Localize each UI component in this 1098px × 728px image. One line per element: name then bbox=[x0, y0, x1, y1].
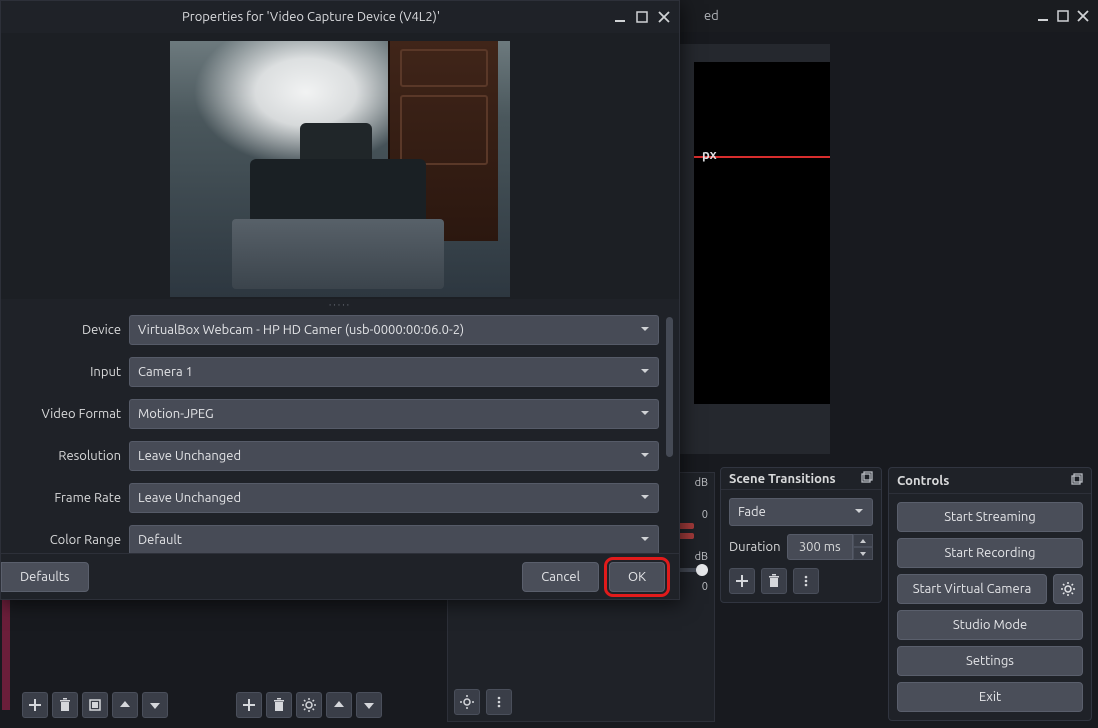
exit-button[interactable]: Exit bbox=[897, 682, 1083, 712]
audio-advanced-button[interactable] bbox=[454, 689, 480, 715]
dialog-resize-grip[interactable]: ····· bbox=[1, 299, 679, 307]
chevron-down-icon bbox=[640, 449, 650, 463]
scenes-add-button[interactable] bbox=[22, 692, 48, 718]
audio-menu-button[interactable] bbox=[486, 689, 512, 715]
webcam-preview-image bbox=[170, 41, 510, 297]
video-format-label: Video Format bbox=[9, 407, 121, 421]
scenes-remove-button[interactable] bbox=[52, 692, 78, 718]
color-range-label: Color Range bbox=[9, 533, 121, 547]
duration-step-down[interactable] bbox=[853, 547, 873, 560]
dialog-footer: Defaults Cancel OK bbox=[1, 553, 679, 599]
duration-value: 300 ms bbox=[787, 534, 854, 560]
dialog-scrollbar[interactable] bbox=[666, 317, 673, 457]
audio-db-value-1: 0 bbox=[702, 509, 708, 521]
input-label: Input bbox=[9, 365, 121, 379]
chevron-down-icon bbox=[640, 533, 650, 547]
dialog-maximize-button[interactable] bbox=[635, 10, 649, 24]
ok-button[interactable]: OK bbox=[609, 562, 665, 592]
chevron-down-icon bbox=[640, 491, 650, 505]
start-recording-button[interactable]: Start Recording bbox=[897, 538, 1083, 568]
settings-button[interactable]: Settings bbox=[897, 646, 1083, 676]
color-range-value: Default bbox=[138, 533, 182, 547]
preview-canvas[interactable] bbox=[694, 62, 830, 404]
frame-rate-select[interactable]: Leave Unchanged bbox=[129, 483, 659, 513]
left-stripe bbox=[2, 600, 10, 710]
resolution-select[interactable]: Leave Unchanged bbox=[129, 441, 659, 471]
dialog-form: Device VirtualBox Webcam - HP HD Camer (… bbox=[1, 307, 679, 553]
video-format-select[interactable]: Motion-JPEG bbox=[129, 399, 659, 429]
input-select[interactable]: Camera 1 bbox=[129, 357, 659, 387]
studio-mode-button[interactable]: Studio Mode bbox=[897, 610, 1083, 640]
start-virtual-camera-button[interactable]: Start Virtual Camera bbox=[897, 574, 1047, 604]
audio-db-value-2: 0 bbox=[702, 581, 708, 593]
device-value: VirtualBox Webcam - HP HD Camer (usb-000… bbox=[138, 323, 464, 337]
device-label: Device bbox=[9, 323, 121, 337]
transition-remove-button[interactable] bbox=[761, 568, 787, 594]
scenes-filter-button[interactable] bbox=[82, 692, 108, 718]
sources-move-up-button[interactable] bbox=[326, 692, 352, 718]
chevron-down-icon bbox=[640, 365, 650, 379]
transition-select-value: Fade bbox=[738, 505, 766, 519]
transitions-popout-icon[interactable] bbox=[861, 471, 873, 486]
input-value: Camera 1 bbox=[138, 365, 193, 379]
device-select[interactable]: VirtualBox Webcam - HP HD Camer (usb-000… bbox=[129, 315, 659, 345]
preview-px-label: px bbox=[702, 148, 717, 162]
dialog-title: Properties for 'Video Capture Device (V4… bbox=[9, 10, 613, 24]
chevron-down-icon bbox=[854, 505, 864, 519]
color-range-select[interactable]: Default bbox=[129, 525, 659, 553]
transition-menu-button[interactable] bbox=[793, 568, 819, 594]
dialog-preview bbox=[1, 33, 679, 299]
duration-label: Duration bbox=[729, 540, 781, 554]
controls-popout-icon[interactable] bbox=[1071, 473, 1083, 488]
sources-remove-button[interactable] bbox=[266, 692, 292, 718]
dialog-titlebar[interactable]: Properties for 'Video Capture Device (V4… bbox=[1, 1, 679, 33]
scene-transitions-panel: Scene Transitions Fade Duration 300 ms bbox=[720, 467, 882, 603]
virtual-camera-settings-button[interactable] bbox=[1053, 574, 1083, 604]
cancel-button[interactable]: Cancel bbox=[522, 562, 599, 592]
scene-transitions-title: Scene Transitions bbox=[729, 472, 836, 486]
sources-add-button[interactable] bbox=[236, 692, 262, 718]
main-minimize-button[interactable] bbox=[1036, 9, 1050, 23]
controls-title: Controls bbox=[897, 474, 949, 488]
scenes-toolbar bbox=[22, 690, 222, 720]
sources-toolbar bbox=[236, 690, 436, 720]
defaults-button[interactable]: Defaults bbox=[1, 562, 89, 592]
controls-panel: Controls Start Streaming Start Recording… bbox=[888, 467, 1092, 721]
resolution-value: Leave Unchanged bbox=[138, 449, 241, 463]
main-title-fragment: ed bbox=[704, 9, 719, 23]
dialog-close-button[interactable] bbox=[657, 10, 671, 24]
main-close-button[interactable] bbox=[1076, 9, 1090, 23]
transition-add-button[interactable] bbox=[729, 568, 755, 594]
audio-db-label-1: dB bbox=[695, 477, 708, 489]
resolution-label: Resolution bbox=[9, 449, 121, 463]
scenes-move-down-button[interactable] bbox=[142, 692, 168, 718]
video-format-value: Motion-JPEG bbox=[138, 407, 214, 421]
chevron-down-icon bbox=[640, 323, 650, 337]
duration-input[interactable]: 300 ms bbox=[787, 534, 874, 560]
scenes-move-up-button[interactable] bbox=[112, 692, 138, 718]
start-streaming-button[interactable]: Start Streaming bbox=[897, 502, 1083, 532]
frame-rate-value: Leave Unchanged bbox=[138, 491, 241, 505]
dialog-minimize-button[interactable] bbox=[613, 10, 627, 24]
frame-rate-label: Frame Rate bbox=[9, 491, 121, 505]
audio-db-label-2: dB bbox=[695, 551, 708, 563]
main-maximize-button[interactable] bbox=[1056, 9, 1070, 23]
transition-select[interactable]: Fade bbox=[729, 498, 873, 526]
sources-move-down-button[interactable] bbox=[356, 692, 382, 718]
sources-properties-button[interactable] bbox=[296, 692, 322, 718]
properties-dialog: Properties for 'Video Capture Device (V4… bbox=[0, 0, 680, 600]
chevron-down-icon bbox=[640, 407, 650, 421]
duration-step-up[interactable] bbox=[853, 534, 873, 547]
